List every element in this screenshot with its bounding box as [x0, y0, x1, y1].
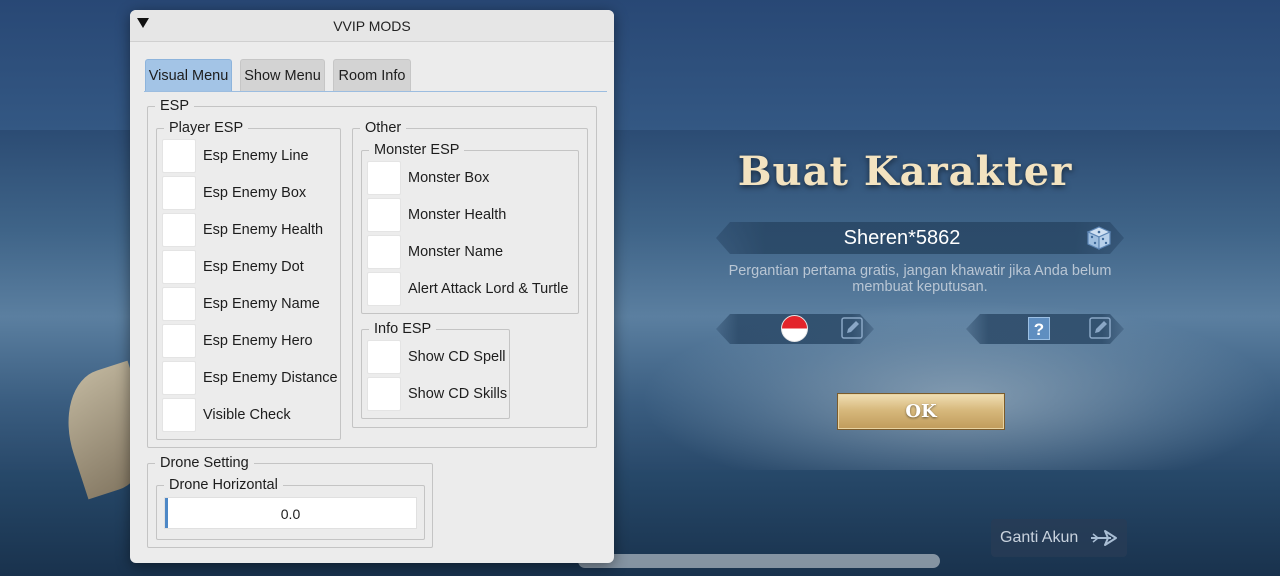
drone-horizontal-legend: Drone Horizontal	[169, 477, 278, 493]
mod-menu-window[interactable]: VVIP MODS Visual Menu Show Menu Room Inf…	[130, 10, 614, 563]
option-label: Esp Enemy Health	[203, 222, 324, 238]
option-label: Esp Enemy Line	[203, 148, 309, 164]
checkbox[interactable]	[162, 139, 196, 173]
monster-esp-legend: Monster ESP	[374, 142, 460, 158]
option-label: Visible Check	[203, 407, 291, 423]
page-title: Buat Karakter	[737, 148, 1073, 195]
slider-value: 0.0	[280, 506, 301, 522]
checkbox[interactable]	[162, 324, 196, 358]
bottom-scrollbar[interactable]	[578, 554, 940, 568]
esp-legend: ESP	[160, 98, 190, 114]
checkbox[interactable]	[162, 361, 196, 395]
player-esp-legend: Player ESP	[169, 120, 244, 136]
option-label: Esp Enemy Dot	[203, 259, 304, 275]
checkbox[interactable]	[162, 398, 196, 432]
checkbox[interactable]	[367, 272, 401, 306]
indonesia-flag-icon[interactable]	[781, 315, 808, 342]
menu-title-bar[interactable]: VVIP MODS	[130, 10, 614, 42]
option-label: Show CD Skills	[408, 386, 508, 402]
option-label: Monster Health	[408, 207, 507, 223]
option-label: Monster Name	[408, 244, 504, 260]
checkbox[interactable]	[162, 213, 196, 247]
question-icon[interactable]: ?	[1028, 317, 1050, 340]
checkbox[interactable]	[162, 250, 196, 284]
tab-divider	[144, 91, 607, 92]
edit-icon[interactable]	[841, 317, 863, 339]
checkbox[interactable]	[367, 377, 401, 411]
player-name[interactable]: Sheren*5862	[716, 224, 1088, 252]
tab-room-info[interactable]: Room Info	[333, 59, 411, 91]
option-label: Esp Enemy Box	[203, 185, 307, 201]
option-label: Monster Box	[408, 170, 490, 186]
option-label: Alert Attack Lord & Turtle	[408, 281, 569, 297]
option-label: Esp Enemy Hero	[203, 333, 313, 349]
tab-visual-menu[interactable]: Visual Menu	[145, 59, 232, 91]
option-label: Esp Enemy Distance	[203, 370, 338, 386]
switch-account-button[interactable]: Ganti Akun	[991, 519, 1127, 557]
arrow-right-icon	[1091, 530, 1117, 546]
switch-account-label: Ganti Akun	[1000, 529, 1079, 546]
option-label: Esp Enemy Name	[203, 296, 320, 312]
menu-title: VVIP MODS	[333, 18, 411, 34]
checkbox[interactable]	[367, 161, 401, 195]
checkbox[interactable]	[367, 235, 401, 269]
checkbox[interactable]	[367, 340, 401, 374]
name-change-hint: Pergantian pertama gratis, jangan khawat…	[728, 263, 1112, 295]
info-esp-legend: Info ESP	[374, 321, 432, 337]
ok-button[interactable]: OK	[837, 393, 1005, 430]
checkbox[interactable]	[162, 176, 196, 210]
dice-icon[interactable]	[1086, 225, 1112, 251]
edit-icon[interactable]	[1089, 317, 1111, 339]
checkbox[interactable]	[162, 287, 196, 321]
other-legend: Other	[365, 120, 402, 136]
option-label: Show CD Spell	[408, 349, 506, 365]
drone-setting-legend: Drone Setting	[160, 455, 249, 471]
drone-horizontal-slider[interactable]: 0.0	[164, 497, 417, 529]
checkbox[interactable]	[367, 198, 401, 232]
tab-show-menu[interactable]: Show Menu	[240, 59, 325, 91]
